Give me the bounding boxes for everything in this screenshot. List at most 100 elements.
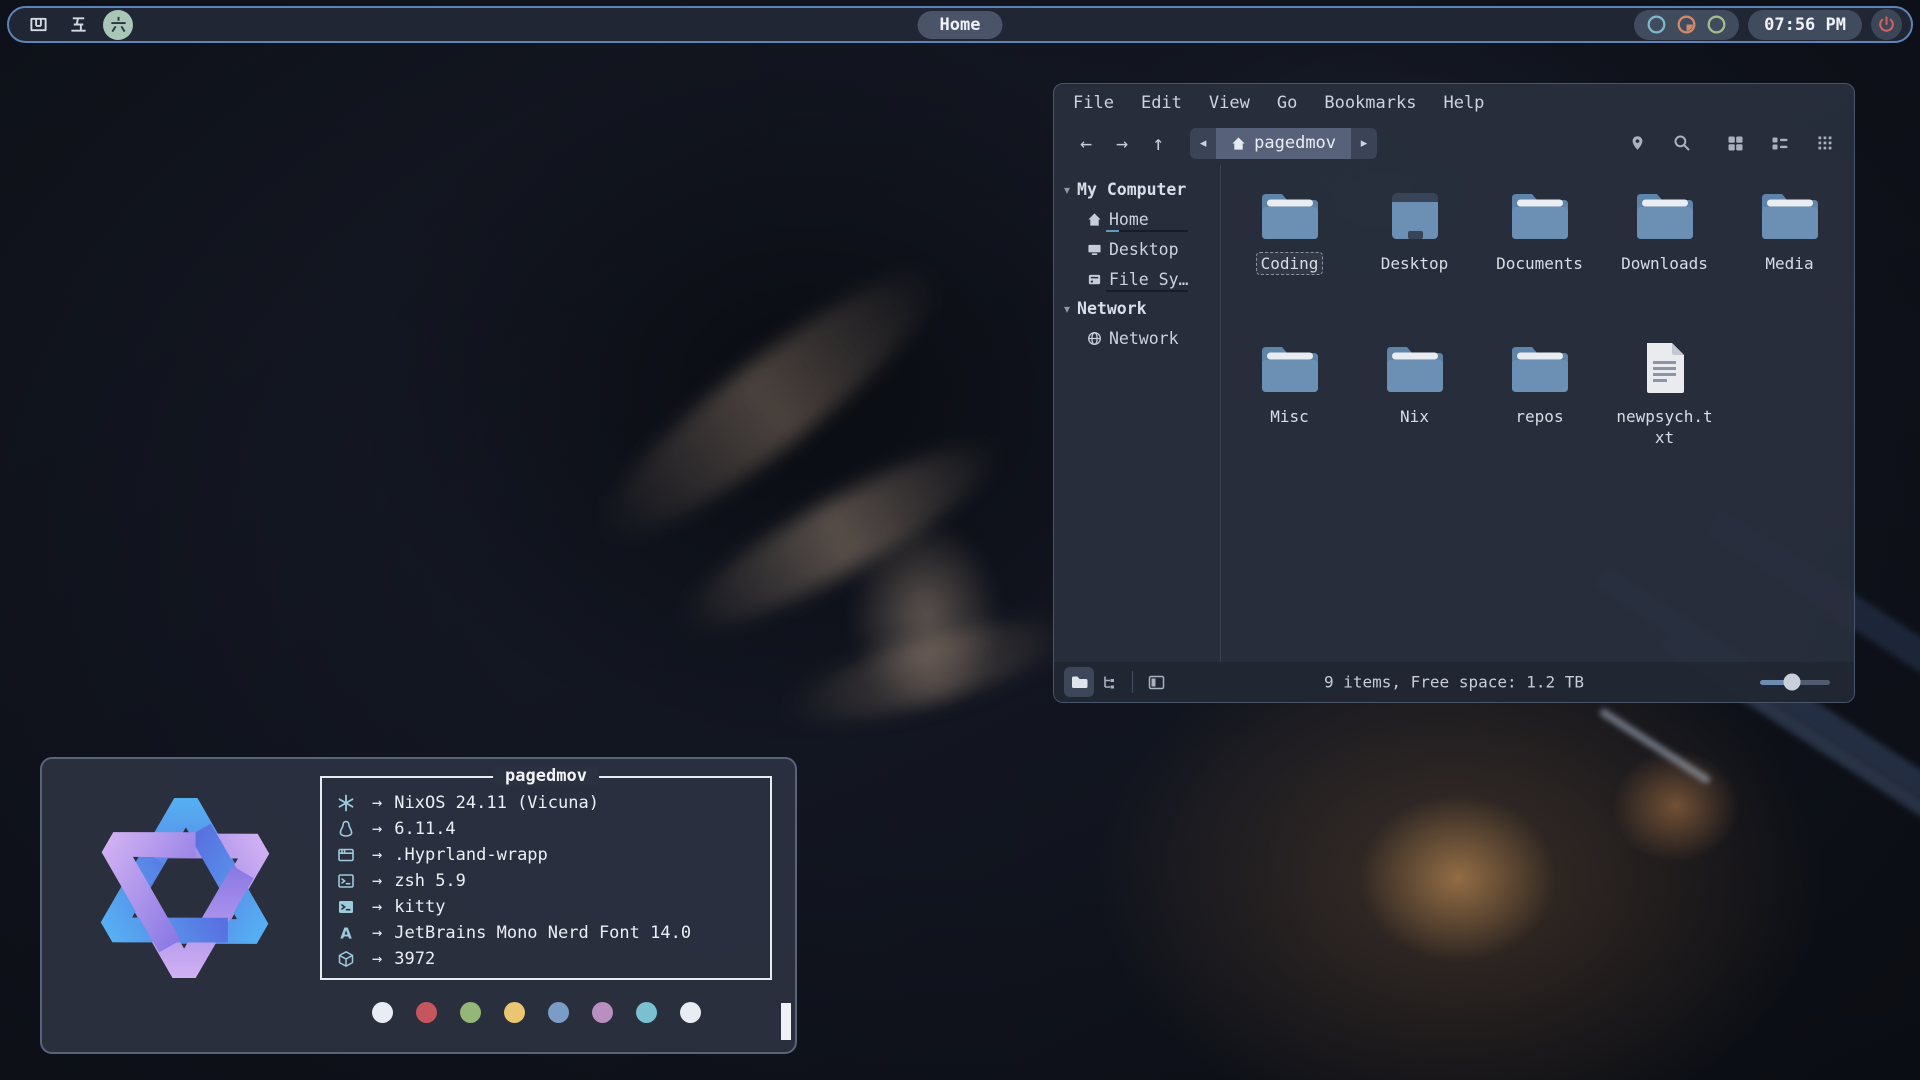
sidebar-item-desktop[interactable]: Desktop	[1054, 234, 1220, 264]
arrow: →	[372, 949, 382, 969]
fetch-font-value: JetBrains Mono Nerd Font 14.0	[394, 923, 691, 943]
zoom-slider[interactable]	[1760, 680, 1830, 685]
breadcrumb-segment-home[interactable]: pagedmov	[1216, 128, 1351, 159]
compact-view-icon[interactable]	[1810, 130, 1840, 156]
sidebar-item-label: Home	[1109, 210, 1149, 229]
desktop-icon	[1087, 242, 1102, 257]
drive-icon	[1087, 272, 1102, 287]
fetch-row-kernel: → 6.11.4	[334, 816, 770, 842]
file-item-documents[interactable]: Documents	[1477, 178, 1602, 331]
sidebar-section-network[interactable]: ▾ Network	[1054, 294, 1220, 323]
file-item-label: Documents	[1491, 252, 1588, 275]
file-item-newpsych-txt[interactable]: newpsych.txt	[1602, 331, 1727, 484]
icon-view-icon[interactable]	[1720, 130, 1750, 156]
file-item-desktop[interactable]: Desktop	[1352, 178, 1477, 331]
cjk-six-icon	[109, 15, 128, 34]
nixos-logo	[78, 781, 292, 995]
search-icon[interactable]	[1667, 130, 1697, 156]
workspace-six-button[interactable]	[103, 10, 133, 40]
cjk-four-icon	[29, 15, 48, 34]
file-item-label: repos	[1510, 405, 1568, 428]
side-pane-toggle-button[interactable]	[1141, 667, 1171, 697]
file-item-downloads[interactable]: Downloads	[1602, 178, 1727, 331]
workspace-five-button[interactable]	[63, 10, 93, 40]
nix-snowflake-icon	[334, 794, 358, 812]
file-item-misc[interactable]: Misc	[1227, 331, 1352, 484]
sidebar-section-my-computer[interactable]: ▾ My Computer	[1054, 175, 1220, 204]
home-icon	[1087, 212, 1102, 227]
sidebar-item-label: File Sy…	[1109, 270, 1188, 289]
tree-toggle-button[interactable]	[1094, 667, 1124, 697]
forward-button[interactable]: →	[1104, 131, 1140, 155]
globe-icon	[1087, 331, 1102, 346]
wallpaper-face-glow	[850, 520, 1000, 710]
file-item-coding[interactable]: Coding	[1227, 178, 1352, 331]
sidebar-item-file-system[interactable]: File Sy…	[1054, 264, 1220, 294]
selection-underline	[1106, 230, 1188, 232]
folder-view: Coding Desktop Documents	[1221, 165, 1854, 662]
file-item-nix[interactable]: Nix	[1352, 331, 1477, 484]
tux-kernel-icon	[334, 820, 358, 838]
toolbar: ← → ↑ ◂ pagedmov ▸	[1054, 121, 1854, 165]
fetch-os-value: NixOS 24.11 (Vicuna)	[394, 793, 599, 813]
sidebar-item-network[interactable]: Network	[1054, 323, 1220, 353]
breadcrumb-label: pagedmov	[1254, 133, 1336, 153]
svg-text:A: A	[340, 925, 352, 943]
list-view-icon[interactable]	[1765, 130, 1795, 156]
tree-view-icon	[1101, 674, 1117, 690]
collapse-triangle-icon: ▾	[1064, 302, 1070, 316]
file-item-label: Downloads	[1616, 252, 1713, 275]
fetch-row-os: → NixOS 24.11 (Vicuna)	[334, 790, 770, 816]
palette-dot	[504, 1002, 525, 1023]
fetch-row-shell: → zsh 5.9	[334, 868, 770, 894]
terminal-icon	[334, 898, 358, 916]
power-button[interactable]	[1871, 9, 1902, 40]
places-toggle-button[interactable]	[1064, 667, 1094, 697]
wallpaper-beam-bright	[1598, 707, 1711, 785]
folder-icon	[1258, 340, 1322, 396]
palette-dot	[548, 1002, 569, 1023]
orange-pie-icon[interactable]	[1676, 14, 1697, 35]
top-bar: Home 07:56 PM	[7, 6, 1913, 43]
sidebar-section-label: My Computer	[1077, 180, 1186, 199]
side-pane-icon	[1148, 675, 1165, 690]
green-ring-icon[interactable]	[1706, 14, 1727, 35]
folder-icon	[1258, 187, 1322, 243]
breadcrumb-right-chevron[interactable]: ▸	[1351, 128, 1377, 159]
menu-edit[interactable]: Edit	[1141, 93, 1182, 113]
fetch-shell-value: zsh 5.9	[394, 871, 466, 891]
workspace-four-button[interactable]	[23, 10, 53, 40]
folder-icon	[1508, 187, 1572, 243]
back-button[interactable]: ←	[1068, 131, 1104, 155]
fetch-row-wm: → .Hyprland-wrapp	[334, 842, 770, 868]
statusbar-separator	[1132, 671, 1133, 693]
fetch-row-terminal: → kitty	[334, 894, 770, 920]
blue-ring-icon[interactable]	[1646, 14, 1667, 35]
places-icon	[1070, 674, 1088, 690]
menu-bookmarks[interactable]: Bookmarks	[1324, 93, 1416, 113]
file-item-label: Desktop	[1376, 252, 1453, 275]
status-text: 9 items, Free space: 1.2 TB	[1324, 673, 1584, 692]
folder-icon	[1758, 187, 1822, 243]
zoom-slider-knob[interactable]	[1783, 674, 1800, 691]
location-pin-icon[interactable]	[1622, 130, 1652, 156]
menu-file[interactable]: File	[1073, 93, 1114, 113]
places-sidebar: ▾ My Computer Home Desktop File Sy… ▾ Ne…	[1054, 165, 1220, 662]
workspace-indicators	[9, 10, 133, 40]
menu-go[interactable]: Go	[1277, 93, 1297, 113]
sidebar-section-label: Network	[1077, 299, 1147, 318]
window-manager-icon	[334, 846, 358, 864]
palette-dot	[416, 1002, 437, 1023]
menu-help[interactable]: Help	[1443, 93, 1484, 113]
clock[interactable]: 07:56 PM	[1748, 10, 1862, 40]
file-item-media[interactable]: Media	[1727, 178, 1852, 331]
up-button[interactable]: ↑	[1140, 131, 1176, 155]
sidebar-item-home[interactable]: Home	[1054, 204, 1220, 234]
arrow: →	[372, 897, 382, 917]
breadcrumb-left-chevron[interactable]: ◂	[1190, 128, 1216, 159]
collapse-triangle-icon: ▾	[1064, 183, 1070, 197]
menu-view[interactable]: View	[1209, 93, 1250, 113]
file-item-repos[interactable]: repos	[1477, 331, 1602, 484]
file-item-label: Nix	[1395, 405, 1434, 428]
arrow: →	[372, 923, 382, 943]
